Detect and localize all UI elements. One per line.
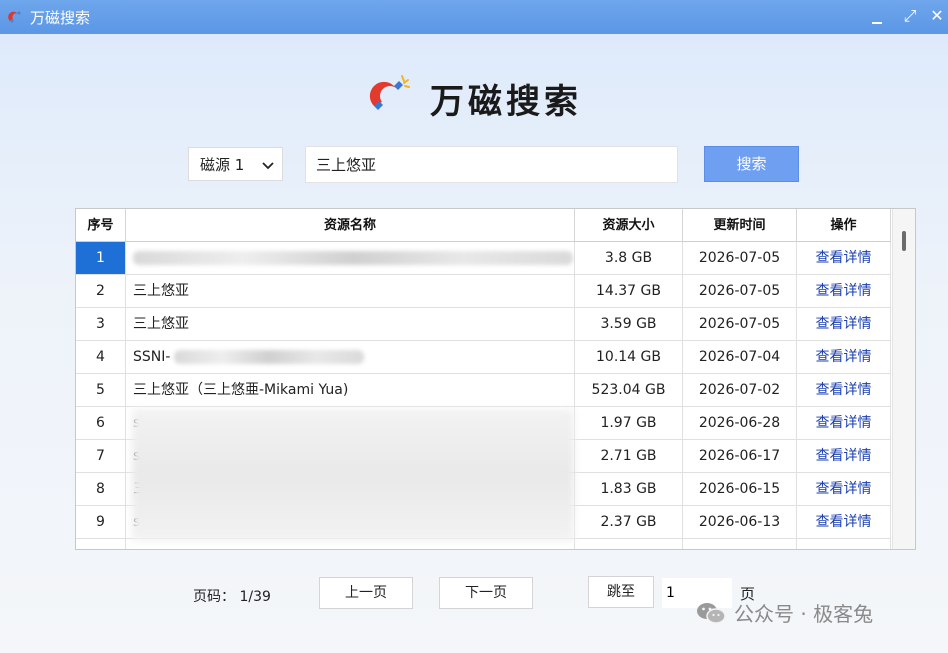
row-size: 3.8 GB — [575, 242, 683, 275]
row-index: 9 — [76, 506, 126, 539]
view-details-link[interactable]: 查看详情 — [797, 242, 891, 275]
header-index: 序号 — [76, 209, 126, 242]
row-index: 7 — [76, 440, 126, 473]
header-action: 操作 — [797, 209, 891, 242]
row-name: 三上悠亚 — [126, 275, 575, 308]
row-size: 1.97 GB — [575, 407, 683, 440]
window-title: 万磁搜索 — [30, 9, 91, 27]
page-current: 1/39 — [239, 589, 271, 605]
source-select[interactable]: 磁源 1 — [188, 147, 283, 181]
minimize-icon — [872, 22, 882, 24]
magnet-icon — [8, 11, 21, 23]
watermark-text: 公众号 · 极客兔 — [734, 602, 874, 626]
view-details-link[interactable]: 查看详情 — [797, 374, 891, 407]
view-details-link[interactable]: 查看详情 — [797, 407, 891, 440]
view-details-link[interactable]: 查看详情 — [797, 506, 891, 539]
row-index: 4 — [76, 341, 126, 374]
row-index: 6 — [76, 407, 126, 440]
row-size: 2.71 GB — [575, 440, 683, 473]
redacted-text — [174, 350, 365, 364]
wechat-icon — [697, 602, 726, 624]
row-size: 1.83 GB — [575, 473, 683, 506]
row-size: 523.04 GB — [575, 374, 683, 407]
maximize-button[interactable]: ⤢ — [897, 4, 923, 28]
row-name: SSNI- — [126, 341, 575, 374]
jump-button[interactable]: 跳至 — [588, 576, 654, 608]
search-button[interactable]: 搜索 — [704, 146, 799, 182]
page-indicator: 页码： 1/39 — [193, 589, 271, 605]
vertical-scrollbar[interactable] — [892, 209, 915, 549]
minimize-button[interactable] — [864, 10, 890, 34]
title-bar: 万磁搜索 ⤢ ✕ — [0, 0, 948, 34]
redacted-text — [133, 251, 573, 265]
row-index: 3 — [76, 308, 126, 341]
table-row[interactable]: 2 三上悠亚 14.37 GB 2026-07-05 查看详情 — [76, 275, 891, 308]
row-name: 三上悠亚（三上悠亜-Mikami Yua) — [126, 374, 575, 407]
row-size: 14.37 GB — [575, 275, 683, 308]
row-size: 3.59 GB — [575, 308, 683, 341]
table-row[interactable]: 3 三上悠亚 3.59 GB 2026-07-05 查看详情 — [76, 308, 891, 341]
row-name — [126, 242, 575, 275]
results-table: 序号 资源名称 资源大小 更新时间 操作 1 3.8 GB 2026-07-05… — [75, 208, 916, 550]
view-details-link[interactable]: 查看详情 — [797, 275, 891, 308]
row-index: 1 — [76, 242, 126, 275]
table-row[interactable]: 4 SSNI- 10.14 GB 2026-07-04 查看详情 — [76, 341, 891, 374]
row-updated: 2026-07-05 — [683, 308, 797, 341]
search-input[interactable] — [305, 146, 678, 183]
row-size: 2.37 GB — [575, 506, 683, 539]
header-size: 资源大小 — [575, 209, 683, 242]
row-name: 三上悠亚 — [126, 308, 575, 341]
header-name: 资源名称 — [126, 209, 575, 242]
view-details-link[interactable]: 查看详情 — [797, 308, 891, 341]
view-details-link[interactable]: 查看详情 — [797, 440, 891, 473]
table-row[interactable]: 1 3.8 GB 2026-07-05 查看详情 — [76, 242, 891, 275]
row-updated: 2026-07-05 — [683, 242, 797, 275]
redacted-area — [132, 409, 574, 541]
scrollbar-thumb[interactable] — [902, 231, 906, 251]
row-index: 2 — [76, 275, 126, 308]
row-updated: 2026-06-17 — [683, 440, 797, 473]
row-index: 8 — [76, 473, 126, 506]
watermark: 公众号 · 极客兔 — [696, 598, 873, 627]
row-updated: 2026-06-28 — [683, 407, 797, 440]
magnet-icon — [369, 75, 410, 110]
row-updated: 2026-06-13 — [683, 506, 797, 539]
close-button[interactable]: ✕ — [924, 4, 948, 28]
row-size: 10.14 GB — [575, 341, 683, 374]
row-index: 5 — [76, 374, 126, 407]
table-row[interactable]: 5 三上悠亚（三上悠亜-Mikami Yua) 523.04 GB 2026-0… — [76, 374, 891, 407]
row-updated: 2026-07-02 — [683, 374, 797, 407]
row-updated: 2026-07-04 — [683, 341, 797, 374]
source-selected-label: 磁源 1 — [200, 155, 245, 174]
view-details-link[interactable]: 查看详情 — [797, 473, 891, 506]
row-updated: 2026-06-15 — [683, 473, 797, 506]
prev-page-button[interactable]: 上一页 — [319, 577, 413, 609]
header-updated: 更新时间 — [683, 209, 797, 242]
next-page-button[interactable]: 下一页 — [439, 577, 533, 609]
chevron-down-icon — [262, 162, 274, 170]
row-updated: 2026-07-05 — [683, 275, 797, 308]
view-details-link[interactable]: 查看详情 — [797, 341, 891, 374]
app-brand-title: 万磁搜索 — [430, 82, 582, 122]
